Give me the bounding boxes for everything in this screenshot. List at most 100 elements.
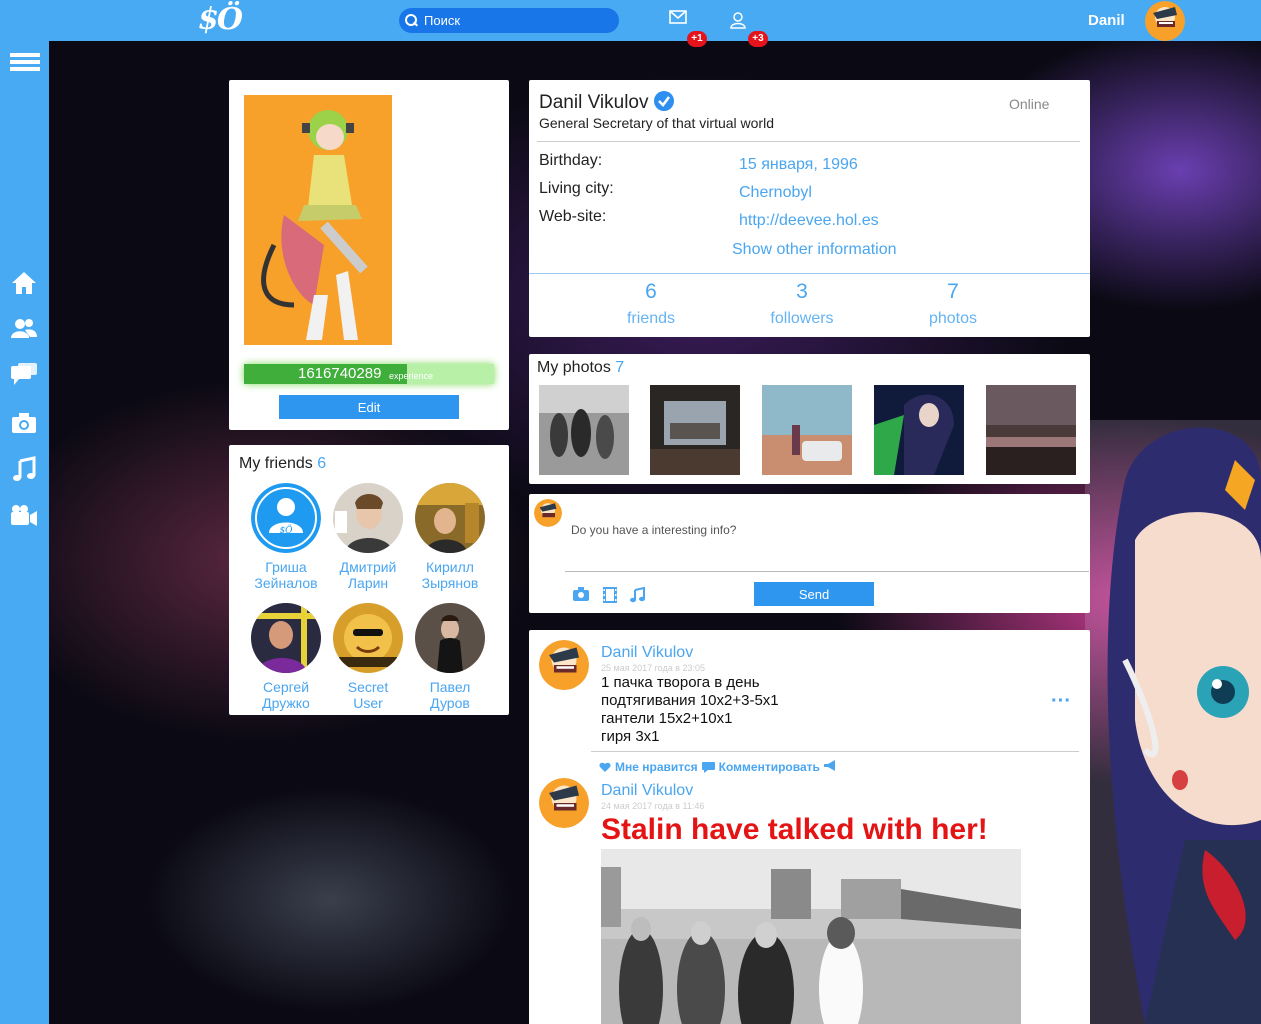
divider: [529, 273, 1090, 274]
messages-badge: +1: [687, 31, 707, 47]
photos-title[interactable]: My photos 7: [537, 359, 624, 377]
friend-card[interactable]: Сергей Дружко: [246, 603, 326, 711]
menu-icon: [10, 53, 40, 71]
current-user-name[interactable]: Danil: [1088, 12, 1125, 29]
birthday-value[interactable]: 15 января, 1996: [739, 156, 858, 174]
post-line: подтягивания 10х2+3-5х1: [601, 692, 779, 709]
nav-video[interactable]: [10, 502, 38, 530]
site-logo[interactable]: $Ö: [198, 2, 243, 37]
stat-followers[interactable]: 3 followers: [752, 280, 852, 328]
website-link[interactable]: http://deevee.hol.es: [739, 212, 879, 230]
photo-thumbnail[interactable]: [650, 385, 740, 475]
nav-home[interactable]: [10, 269, 38, 297]
home-icon: [12, 272, 36, 294]
nav-messages[interactable]: [10, 360, 38, 388]
background-anime-art: [1085, 420, 1261, 1024]
post-author-name[interactable]: Danil Vikulov: [601, 782, 693, 800]
send-post-button[interactable]: Send: [754, 582, 874, 606]
composer-avatar: [534, 499, 562, 527]
friend-avatar: [415, 603, 485, 673]
friend-avatar: $Ö: [251, 483, 321, 553]
friends-card: My friends 6 $Ö Гриша Зейналов Дмитрий Лар…: [229, 445, 509, 715]
profile-info-card: Danil Vikulov General Secretary of that …: [529, 80, 1090, 337]
post-author-name[interactable]: Danil Vikulov: [601, 644, 693, 662]
users-icon: [11, 319, 37, 338]
profile-avatar[interactable]: [244, 95, 392, 345]
friend-avatar: [333, 483, 403, 553]
online-status: Online: [1009, 96, 1050, 112]
photo-thumbnail[interactable]: [986, 385, 1076, 475]
left-sidebar: [0, 41, 49, 1024]
friend-name: Сергей Дружко: [262, 679, 310, 711]
friend-name: Дмитрий Ларин: [339, 559, 397, 591]
search-box[interactable]: [399, 8, 619, 33]
friends-title-text: My friends: [239, 455, 313, 472]
friend-requests-button[interactable]: [729, 11, 747, 34]
photo-thumbnail[interactable]: [762, 385, 852, 475]
post-line: гиря 3х1: [601, 728, 660, 745]
search-input[interactable]: [424, 13, 604, 28]
post-line: гантели 15х2+10х1: [601, 710, 733, 727]
divider: [591, 751, 1079, 752]
friends-title[interactable]: My friends 6: [239, 455, 326, 473]
share-button[interactable]: [823, 760, 837, 774]
stat-label: friends: [626, 310, 676, 327]
experience-label: experience: [389, 371, 434, 381]
post-line: 1 пачка творога в день: [601, 674, 760, 691]
chat-icon: [11, 363, 37, 385]
post-actions: Мне нравится Комментировать: [599, 760, 837, 774]
friend-card[interactable]: Дмитрий Ларин: [328, 483, 408, 591]
profile-name: Danil Vikulov: [539, 92, 649, 113]
attach-photo-button[interactable]: [573, 587, 589, 606]
input-underline: [565, 571, 1089, 572]
edit-profile-button[interactable]: Edit: [279, 395, 459, 419]
post-text-input[interactable]: Do you have a interesting info?: [571, 523, 736, 537]
comment-icon: [701, 761, 715, 773]
post-image[interactable]: [601, 849, 1021, 1024]
menu-button[interactable]: [10, 48, 40, 76]
post-date: 25 мая 2017 года в 23:05: [601, 663, 706, 673]
friend-card[interactable]: $Ö Гриша Зейналов: [246, 483, 326, 591]
city-value[interactable]: Chernobyl: [739, 184, 812, 202]
photos-title-text: My photos: [537, 359, 611, 376]
nav-photos[interactable]: [10, 409, 38, 437]
friend-avatar: [333, 603, 403, 673]
video-camera-icon: [11, 505, 37, 526]
friend-card[interactable]: Павел Дуров: [410, 603, 490, 711]
friend-name: Гриша Зейналов: [254, 559, 318, 591]
friend-card[interactable]: Secret User: [328, 603, 408, 711]
like-button[interactable]: Мне нравится: [615, 760, 698, 774]
nav-friends[interactable]: [10, 314, 38, 342]
attach-audio-button[interactable]: [630, 586, 645, 608]
top-bar: $Ö +1 +3 Danil: [0, 0, 1261, 47]
post-headline: Stalin have talked with her!: [601, 813, 988, 846]
attach-video-button[interactable]: [603, 587, 617, 608]
stat-number: 3: [796, 280, 808, 303]
post-author-avatar[interactable]: [539, 640, 589, 690]
divider: [537, 141, 1080, 142]
search-icon: [405, 14, 418, 27]
photo-thumbnail[interactable]: [539, 385, 629, 475]
profile-photo-card: 1616740289 experience Edit: [229, 80, 509, 430]
show-other-information-link[interactable]: Show other information: [732, 241, 897, 259]
envelope-icon: [669, 10, 687, 24]
stat-photos[interactable]: 7 photos: [903, 280, 1003, 328]
friend-requests-badge: +3: [748, 31, 768, 47]
comment-button[interactable]: Комментировать: [719, 760, 820, 774]
friend-card[interactable]: Кирилл Зырянов: [410, 483, 490, 591]
nav-music[interactable]: [10, 456, 38, 484]
friend-name: Secret User: [347, 679, 389, 711]
city-label: Living city:: [539, 180, 614, 197]
photos-count: 7: [615, 359, 625, 376]
new-post-card: Do you have a interesting info? Send: [529, 494, 1090, 613]
photos-card: My photos 7: [529, 354, 1090, 484]
post-author-avatar[interactable]: [539, 778, 589, 828]
messages-button[interactable]: [669, 10, 687, 29]
photo-thumbnail[interactable]: [874, 385, 964, 475]
friends-count: 6: [317, 455, 327, 472]
stat-friends[interactable]: 6 friends: [601, 280, 701, 328]
stat-number: 7: [947, 280, 959, 303]
current-user-avatar[interactable]: [1145, 1, 1185, 41]
post-options-button[interactable]: ···: [1051, 690, 1071, 713]
profile-status: General Secretary of that virtual world: [539, 115, 774, 131]
